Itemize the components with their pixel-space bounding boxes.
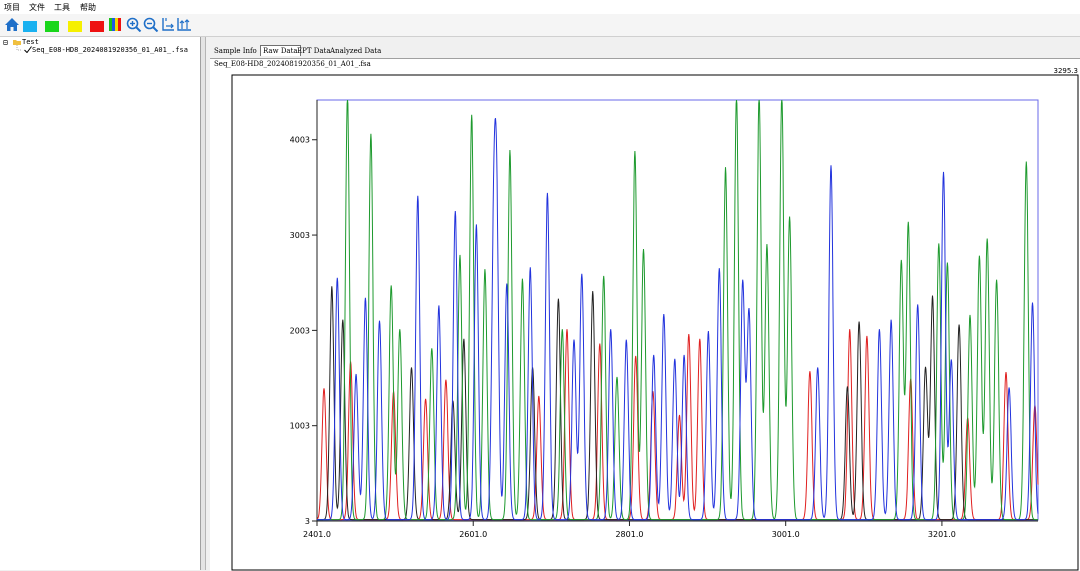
- blue-channel-button[interactable]: [22, 17, 38, 32]
- project-tree-panel: ⊟ Test Seq_E08-HD8_2024081920356_01_A01_…: [0, 37, 201, 570]
- red-channel-button[interactable]: [89, 17, 105, 32]
- x-tick-label: 2401.0: [303, 530, 331, 539]
- home-icon: [5, 18, 19, 31]
- chart-frame: [231, 74, 1079, 571]
- x-tick-label: 2601.0: [459, 530, 487, 539]
- y-tick-label: 3003: [290, 231, 310, 240]
- red-swatch-icon: [90, 21, 104, 32]
- tab-ept-data[interactable]: EPT Data: [295, 46, 333, 56]
- yellow-channel-button[interactable]: [67, 17, 83, 32]
- checkmark-icon: [24, 46, 32, 53]
- y-tick-label: 3: [305, 517, 310, 526]
- y-tick-label: 4003: [290, 136, 310, 145]
- all-channels-button[interactable]: [108, 17, 124, 32]
- zoom-out-button[interactable]: [143, 17, 159, 33]
- zoom-in-icon: [126, 17, 142, 33]
- menu-item-help[interactable]: 帮助: [80, 2, 96, 13]
- menu-item-project[interactable]: 项目: [4, 2, 20, 13]
- menu-item-tools[interactable]: 工具: [54, 2, 70, 13]
- vertical-scale-icon: [177, 18, 191, 31]
- zoom-in-button[interactable]: [126, 17, 142, 33]
- yellow-swatch-icon: [68, 21, 82, 32]
- zoom-out-icon: [143, 17, 159, 33]
- raw-data-view: Seq_E08-HD8_2024081920356_01_A01_.fsa 32…: [210, 58, 1080, 571]
- green-swatch-icon: [45, 21, 59, 32]
- blue-swatch-icon: [23, 21, 37, 32]
- x-tick-label: 2801.0: [615, 530, 643, 539]
- menu-bar: 项目 文件 工具 帮助: [0, 0, 1080, 14]
- electropherogram-chart: 3 1003 2003 3003 4003 2401.0 2601.0 2801.0 3001.…: [231, 74, 1079, 571]
- vertical-scale-button[interactable]: [176, 17, 192, 32]
- multicolor-bars-icon: [109, 18, 121, 31]
- tab-sample-info[interactable]: Sample Info: [212, 46, 259, 56]
- y-tick-label: 1003: [290, 422, 310, 431]
- x-tick-label: 3001.0: [772, 530, 800, 539]
- data-view-panel: Sample Info Raw Data EPT Data Analyzed D…: [206, 37, 1080, 571]
- tree-expander-icon[interactable]: ⊟: [3, 38, 8, 47]
- toolbar: [0, 14, 1080, 37]
- x-tick-label: 3201.0: [928, 530, 956, 539]
- horizontal-scale-button[interactable]: [160, 17, 176, 32]
- green-channel-button[interactable]: [44, 17, 60, 32]
- menu-item-file[interactable]: 文件: [29, 2, 45, 13]
- y-tick-label: 2003: [290, 326, 310, 335]
- tree-file-item[interactable]: Seq_E08-HD8_2024081920356_01_A01_.fsa: [32, 46, 188, 54]
- home-button[interactable]: [4, 17, 20, 32]
- horizontal-scale-icon: [162, 18, 174, 31]
- tab-analyzed-data[interactable]: Analyzed Data: [328, 46, 383, 56]
